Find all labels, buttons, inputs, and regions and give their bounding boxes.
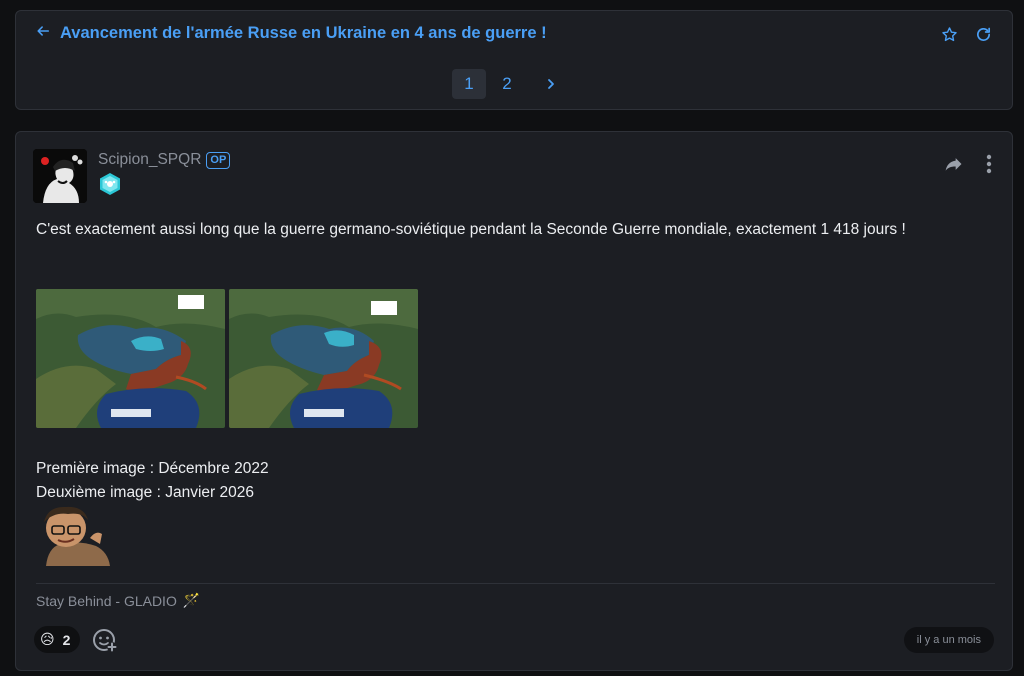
signature-text: Stay Behind - GLADIO — [36, 592, 177, 609]
reaction-count: 2 — [62, 631, 71, 648]
arrow-left-icon[interactable] — [36, 24, 50, 43]
magic-wand-icon: 🪄 — [182, 592, 201, 608]
post-footer: 😥 2 — [34, 626, 118, 653]
avatar[interactable] — [33, 149, 87, 203]
post-card: Scipion_SPQR OP C'est exactement aussi l… — [15, 131, 1013, 671]
topic-header-card: Avancement de l'armée Russe en Ukraine e… — [15, 10, 1013, 110]
post-header: Scipion_SPQR OP — [33, 149, 231, 203]
post-images — [36, 289, 418, 428]
sad-face-icon: 😥 — [40, 631, 55, 647]
share-icon[interactable] — [944, 154, 964, 174]
signature: Stay Behind - GLADIO 🪄 — [36, 592, 200, 609]
add-reaction-icon[interactable] — [92, 627, 118, 653]
signature-divider — [36, 583, 995, 584]
map-image-1[interactable] — [36, 289, 225, 428]
author-name[interactable]: Scipion_SPQR — [98, 151, 201, 169]
chevron-right-icon[interactable] — [534, 69, 568, 99]
caption-line-2: Deuxième image : Janvier 2026 — [36, 484, 254, 501]
topic-title[interactable]: Avancement de l'armée Russe en Ukraine e… — [60, 24, 547, 43]
caption-line-1: Première image : Décembre 2022 — [36, 460, 269, 477]
post-captions: Première image : Décembre 2022 Deuxième … — [36, 457, 269, 505]
sticker-image[interactable] — [38, 504, 116, 566]
map-image-2[interactable] — [229, 289, 418, 428]
reaction-pill[interactable]: 😥 2 — [34, 626, 81, 653]
star-icon[interactable] — [940, 25, 958, 43]
rank-badge-icon — [98, 172, 122, 196]
page-button-2[interactable]: 2 — [490, 69, 524, 99]
more-vertical-icon[interactable] — [986, 154, 992, 174]
pagination: 1 2 — [452, 69, 568, 99]
page-button-1[interactable]: 1 — [452, 69, 486, 99]
op-badge: OP — [206, 151, 231, 169]
refresh-icon[interactable] — [974, 25, 992, 43]
post-timestamp[interactable]: il y a un mois — [903, 627, 994, 653]
post-body: C'est exactement aussi long que la guerr… — [36, 221, 906, 238]
topic-title-link[interactable]: Avancement de l'armée Russe en Ukraine e… — [36, 24, 547, 43]
